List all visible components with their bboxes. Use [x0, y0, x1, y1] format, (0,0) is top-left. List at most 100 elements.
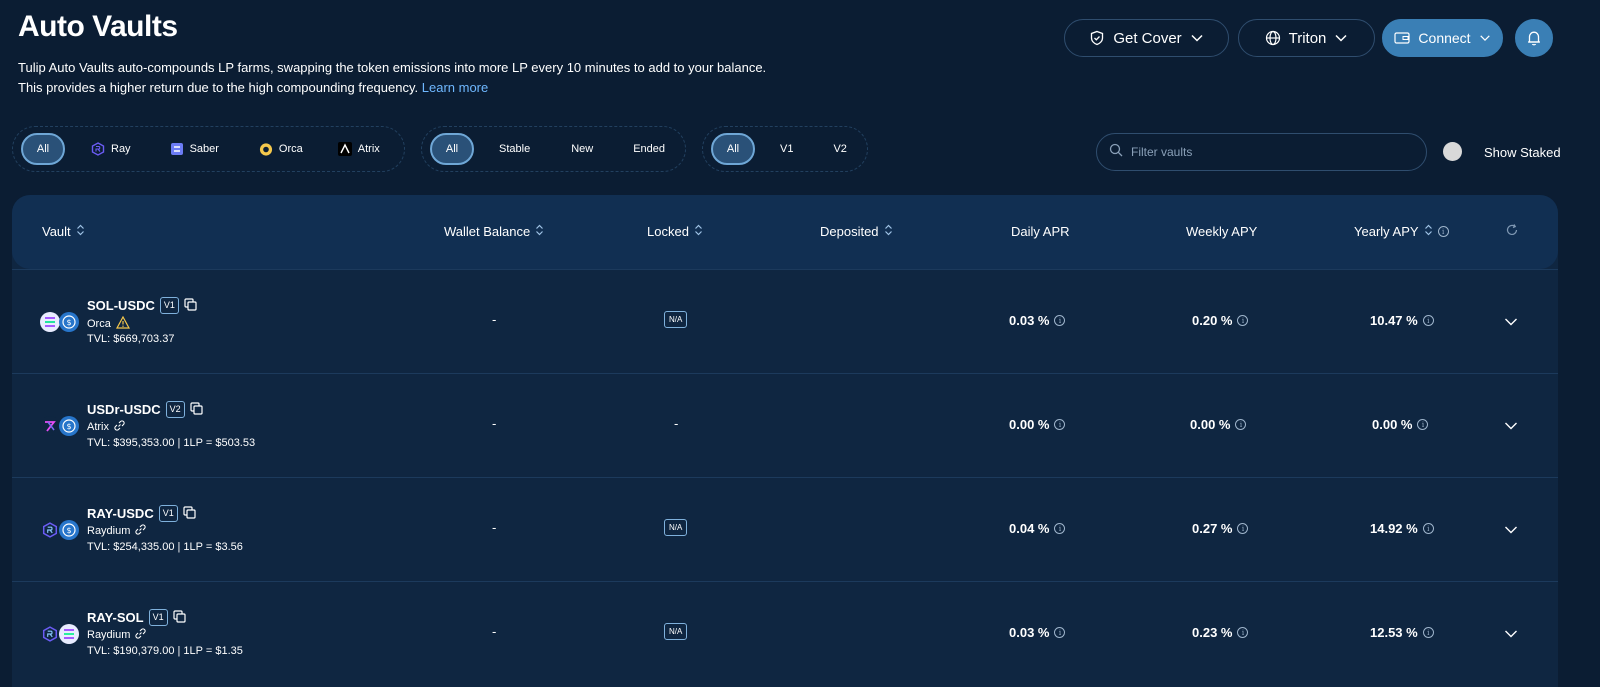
learn-more-link[interactable]: Learn more [422, 80, 488, 95]
expand-row-button[interactable] [1504, 314, 1518, 332]
weekly-apy-value: 0.23 % [1192, 625, 1233, 640]
vault-pair: RAY-SOL [87, 610, 144, 625]
get-cover-label: Get Cover [1113, 29, 1182, 47]
vault-pair: RAY-USDC [87, 506, 154, 521]
expand-row-button[interactable] [1504, 418, 1518, 436]
connect-wallet-button[interactable]: Connect [1382, 19, 1503, 57]
weekly-apy-value: 0.20 % [1192, 313, 1233, 328]
filter-label: Ended [633, 143, 666, 155]
link-icon[interactable] [114, 420, 125, 434]
usdc-icon: $ [59, 520, 79, 540]
filter-platform-orca[interactable]: Orca [259, 133, 303, 165]
column-wallet-balance[interactable]: Wallet Balance [444, 224, 544, 239]
daily-apr-value: 0.03 % [1009, 625, 1050, 640]
weekly-apy-value: 0.27 % [1192, 521, 1233, 536]
info-icon[interactable]: i [1422, 315, 1434, 326]
info-icon[interactable]: i [1417, 419, 1429, 430]
na-badge: N/A [664, 311, 688, 328]
notifications-button[interactable] [1515, 19, 1553, 57]
filter-status-all[interactable]: All [430, 133, 474, 165]
info-icon[interactable]: i [1237, 315, 1249, 326]
vault-pair: USDr-USDC [87, 402, 161, 417]
filter-status-ended[interactable]: Ended [633, 133, 665, 165]
chevron-down-icon [1190, 31, 1204, 45]
vault-tvl: TVL: $190,379.00 | 1LP = $1.35 [87, 645, 243, 657]
vault-token-icons: $ [40, 520, 79, 540]
filter-platform-ray[interactable]: Ray [91, 133, 131, 165]
yearly-apy-value: 10.47 % [1370, 313, 1418, 328]
saber-icon [170, 142, 184, 156]
na-badge: N/A [664, 519, 688, 536]
filter-status-new[interactable]: New [571, 133, 593, 165]
shield-icon [1089, 30, 1105, 46]
vault-source: Raydium [87, 524, 147, 538]
copy-icon[interactable] [183, 505, 196, 522]
filter-version-v1[interactable]: V1 [780, 133, 793, 165]
copy-icon[interactable] [184, 297, 197, 314]
info-icon[interactable]: i [1054, 523, 1066, 534]
orca-icon [259, 142, 273, 156]
daily-apr: 0.03 % i [1009, 625, 1066, 640]
filter-version-all[interactable]: All [711, 133, 755, 165]
info-icon[interactable]: i [1437, 226, 1449, 237]
yearly-apy-value: 12.53 % [1370, 625, 1418, 640]
filter-label: V1 [780, 143, 794, 155]
show-staked-label: Show Staked [1484, 145, 1561, 160]
sort-icon [535, 224, 544, 239]
daily-apr: 0.00 % i [1009, 417, 1066, 432]
search-input[interactable] [1131, 145, 1411, 159]
info-icon[interactable]: i [1237, 523, 1249, 534]
filter-label: New [571, 143, 594, 155]
info-icon[interactable]: i [1235, 419, 1247, 430]
column-yearly-apy[interactable]: Yearly APY i [1354, 224, 1449, 239]
filter-platform-atrix[interactable]: Atrix [337, 133, 380, 165]
weekly-apy: 0.00 % i [1190, 417, 1247, 432]
table-row[interactable]: $ USDr-USDC V2 Atrix TVL: $395,353.00 | … [12, 373, 1558, 477]
info-icon[interactable]: i [1237, 627, 1249, 638]
table-row[interactable]: RAY-SOL V1 Raydium TVL: $190,379.00 | 1L… [12, 581, 1558, 685]
table-row[interactable]: $ RAY-USDC V1 Raydium TVL: $254,335.00 |… [12, 477, 1558, 581]
column-deposited[interactable]: Deposited [820, 224, 893, 239]
link-icon[interactable] [135, 628, 147, 642]
filter-label: Stable [499, 143, 531, 155]
rpc-label: Triton [1288, 29, 1327, 47]
vault-source: Raydium [87, 628, 147, 642]
source-label: Atrix [87, 421, 109, 433]
show-staked-toggle[interactable] [1443, 142, 1462, 161]
filter-platform-all[interactable]: All [21, 133, 65, 165]
filter-label: Orca [278, 143, 303, 155]
filter-version-v2[interactable]: V2 [833, 133, 846, 165]
expand-row-button[interactable] [1504, 522, 1518, 540]
column-label: Deposited [820, 224, 879, 239]
copy-icon[interactable] [173, 609, 186, 626]
filter-status-stable[interactable]: Stable [499, 133, 530, 165]
get-cover-button[interactable]: Get Cover [1064, 19, 1229, 57]
sort-icon [694, 224, 703, 239]
sol-icon [59, 624, 79, 644]
column-label: Locked [647, 224, 689, 239]
expand-row-button[interactable] [1504, 626, 1518, 644]
column-locked[interactable]: Locked [647, 224, 703, 239]
warning-icon[interactable] [115, 315, 130, 332]
column-label: Yearly APY [1354, 224, 1419, 239]
column-vault[interactable]: Vault [42, 224, 85, 239]
locked-value: N/A [664, 311, 688, 328]
yearly-apy: 12.53 % i [1370, 625, 1434, 640]
info-icon[interactable]: i [1054, 419, 1066, 430]
sort-icon [884, 224, 893, 239]
copy-icon[interactable] [190, 401, 203, 418]
column-label: Vault [42, 224, 71, 239]
version-badge: V2 [165, 401, 185, 418]
info-icon[interactable]: i [1054, 315, 1066, 326]
link-icon[interactable] [135, 524, 147, 538]
column-weekly-apy: Weekly APY [1186, 224, 1257, 239]
vault-search[interactable] [1096, 133, 1427, 171]
filter-platform-saber[interactable]: Saber [170, 133, 219, 165]
info-icon[interactable]: i [1054, 627, 1066, 638]
refresh-button[interactable] [1505, 223, 1519, 240]
info-icon[interactable]: i [1422, 523, 1434, 534]
vaults-table: Vault Wallet Balance Locked Deposited Da… [12, 195, 1558, 687]
table-row[interactable]: $ SOL-USDC V1 Orca TVL: $669,703.37 - N/… [12, 269, 1558, 373]
info-icon[interactable]: i [1422, 627, 1434, 638]
rpc-select-button[interactable]: Triton [1238, 19, 1375, 57]
